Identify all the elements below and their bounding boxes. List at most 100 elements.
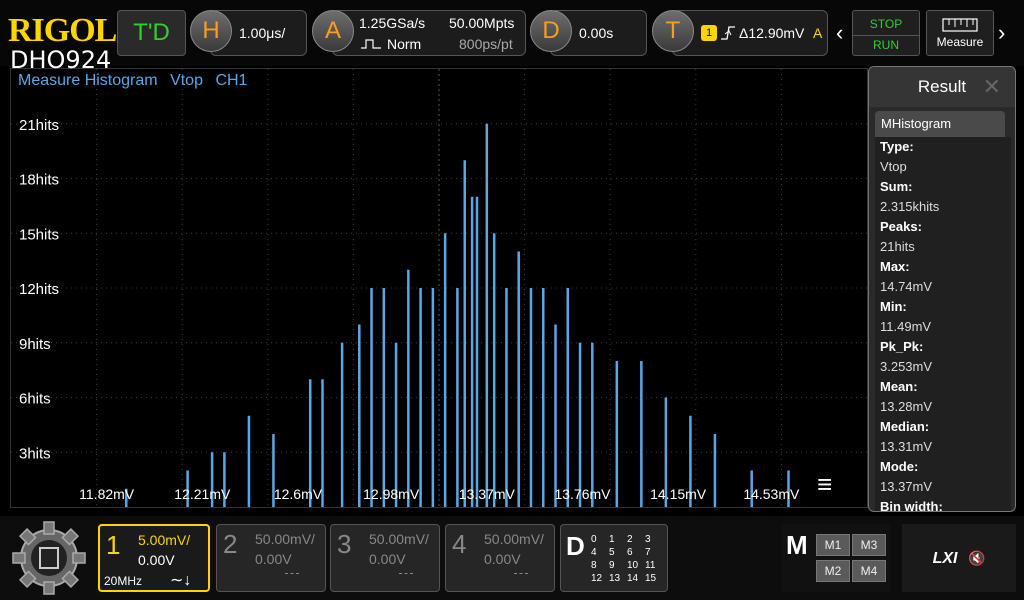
plot-title: Measure Histogram Vtop CH1	[18, 72, 255, 90]
histogram-bar	[640, 361, 643, 507]
plot-title-source: CH1	[215, 72, 248, 89]
digital-channel-label: 11	[645, 560, 656, 571]
x-tick-label: 14.15mV	[650, 486, 707, 502]
trigger-group[interactable]: 1 Δ12.90mV A	[672, 10, 828, 56]
trigger-button[interactable]: T	[652, 10, 694, 52]
result-value: 3.253mV	[880, 359, 933, 374]
y-tick-label: 6hits	[19, 391, 51, 408]
top-toolbar: RIGOL DHO924 T'D H 1.00μs/ A 1.25GSa/s N…	[0, 0, 1024, 73]
digital-label: D	[566, 531, 585, 561]
result-label: Peaks:	[880, 219, 922, 234]
histogram-bar	[529, 288, 533, 507]
acquire-button[interactable]: A	[312, 10, 354, 52]
result-label: Sum:	[880, 179, 913, 194]
result-label: Max:	[880, 259, 910, 274]
result-label: Bin width:	[880, 499, 943, 512]
channel-3-box[interactable]: 3 50.00mV/ 0.00V	[330, 524, 440, 592]
home-gear-icon[interactable]	[10, 520, 88, 596]
digital-channel-label: 5	[609, 547, 615, 558]
delay-button[interactable]: D	[530, 10, 572, 52]
channel-scale: 5.00mV/	[138, 532, 191, 548]
channel-1-box[interactable]: 1 5.00mV/ 0.00V 20MHz ∼↓	[98, 524, 210, 592]
digital-channel-label: 6	[627, 547, 633, 558]
result-value: 13.28mV	[880, 399, 933, 414]
stop-label: STOP	[869, 17, 903, 31]
channel-off-icon	[514, 573, 528, 574]
stop-run-button[interactable]: STOP RUN	[852, 10, 920, 56]
collapse-menu-icon[interactable]: ≡	[817, 469, 853, 499]
run-label: RUN	[853, 35, 919, 52]
channel-offset: 0.00V	[484, 551, 521, 567]
channel-scale: 50.00mV/	[484, 531, 544, 547]
digital-channel-label: 2	[627, 534, 633, 545]
histogram-bar	[475, 196, 479, 507]
close-icon[interactable]: ✕	[983, 67, 1001, 107]
result-label: Median:	[880, 419, 930, 434]
x-tick-label: 12.21mV	[174, 486, 231, 502]
bandwidth-limit: 20MHz	[104, 574, 143, 588]
digital-channel-label: 3	[645, 534, 651, 545]
channel-2-box[interactable]: 2 50.00mV/ 0.00V	[216, 524, 326, 592]
math-m2-button[interactable]: M2	[816, 560, 850, 582]
result-value: 2.315khits	[880, 199, 940, 214]
channel-number: 1	[106, 530, 121, 560]
digital-channel-label: 10	[627, 560, 639, 571]
result-value: 21hits	[880, 239, 915, 254]
channel-4-box[interactable]: 4 50.00mV/ 0.00V	[445, 524, 555, 592]
histogram-chart: 3hits 6hits 9hits 12hits 15hits 18hits 21hits 1…	[11, 69, 867, 507]
histogram-bar	[394, 342, 398, 507]
channel-scale: 50.00mV/	[369, 531, 429, 547]
histogram-bar	[407, 269, 410, 507]
memory-depth: 50.00Mpts	[449, 15, 515, 31]
measure-label: Measure	[936, 35, 984, 49]
x-tick-label: 12.98mV	[363, 486, 420, 502]
histogram-plot[interactable]: Measure Histogram Vtop CH1 3hits 6hits 9hi…	[10, 68, 868, 508]
acquire-group[interactable]: 1.25GSa/s Norm 50.00Mpts 800ps/pt	[332, 10, 526, 56]
timebase-value: 1.00μs/	[239, 25, 286, 41]
channel-number: 4	[452, 529, 467, 559]
chevron-right-icon[interactable]: ›	[998, 20, 1005, 46]
histogram-bar	[463, 160, 467, 507]
plot-title-item: Vtop	[170, 72, 203, 89]
channel-off-icon	[285, 573, 299, 574]
math-m1-button[interactable]: M1	[816, 534, 850, 556]
mhistogram-tab[interactable]: MHistogram	[875, 111, 1005, 137]
histogram-bar	[470, 196, 474, 507]
math-label: M	[786, 530, 808, 560]
mute-icon[interactable]: 🔇	[968, 550, 985, 566]
lxi-icon: LXI	[932, 550, 958, 567]
histogram-bar	[419, 288, 422, 507]
histogram-bar	[517, 251, 520, 507]
math-m3-button[interactable]: M3	[852, 534, 886, 556]
horizontal-button[interactable]: H	[190, 10, 232, 52]
histogram-bar	[431, 288, 435, 507]
acquire-mode: Norm	[387, 36, 422, 52]
trigger-delay-button[interactable]: T'D	[117, 10, 186, 56]
digital-channels-box[interactable]: D 0 1 2 3 4 5 6 7 8 9 10 11 12 13 14 15	[560, 524, 668, 592]
result-value: 13.37mV	[880, 479, 933, 494]
y-tick-label: 15hits	[19, 226, 59, 243]
x-tick-label: 14.53mV	[743, 486, 800, 502]
result-panel: Result ✕ MHistogram Type: Vtop Sum: 2.315kh…	[868, 66, 1016, 512]
digital-channel-label: 7	[645, 547, 651, 558]
histogram-bar	[566, 288, 570, 507]
result-value: Vtop	[880, 159, 907, 174]
rising-edge-icon	[721, 26, 735, 40]
model-name: DHO924	[10, 46, 112, 74]
x-tick-label: 13.76mV	[554, 486, 611, 502]
result-label: Type:	[880, 139, 914, 154]
math-m4-button[interactable]: M4	[852, 560, 886, 582]
measure-button[interactable]: Measure	[926, 10, 994, 56]
digital-channel-label: 1	[609, 534, 615, 545]
result-value: 14.74mV	[880, 279, 933, 294]
result-label: Min:	[880, 299, 907, 314]
channel-offset: 0.00V	[138, 552, 175, 568]
channel-offset: 0.00V	[255, 551, 292, 567]
histogram-bar	[492, 233, 496, 507]
chevron-left-icon[interactable]: ‹	[836, 20, 843, 46]
result-value: 11.49mV	[880, 319, 932, 334]
digital-channel-label: 4	[591, 547, 597, 558]
histogram-bar	[247, 415, 251, 507]
digital-channel-label: 8	[591, 560, 597, 571]
time-per-point: 800ps/pt	[459, 36, 513, 52]
